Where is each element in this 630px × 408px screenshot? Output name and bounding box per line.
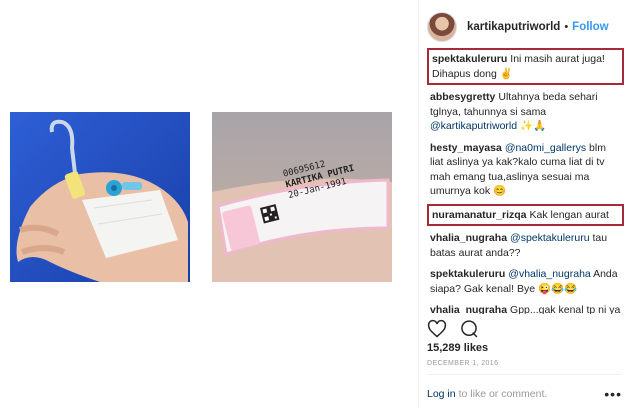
comment-username[interactable]: spektakuleruru	[430, 268, 505, 280]
login-prompt: Log in to like or comment. •••	[427, 386, 622, 402]
divider	[427, 374, 622, 375]
comment-username[interactable]: hesty_mayasa	[430, 142, 502, 154]
post-image-area: 00695612 KARTIKA PUTRI 20-Jan-1991	[0, 0, 418, 408]
comment-item: abbesygretty Ultahnya beda sehari tglnya,…	[427, 88, 624, 136]
comment-username[interactable]: abbesygretty	[430, 91, 495, 103]
comment-item: spektakuleruru @vhalia_nugraha Anda siapa…	[427, 265, 624, 298]
comment-text: Kak lengan aurat	[529, 208, 609, 221]
avatar[interactable]	[427, 12, 457, 42]
heart-icon[interactable]	[427, 319, 447, 339]
comment-mention[interactable]: @na0mi_gallerys	[505, 142, 586, 154]
login-prompt-text: to like or comment.	[458, 388, 548, 400]
likes-count[interactable]: 15,289 likes	[427, 342, 488, 354]
comment-item: hesty_mayasa @na0mi_gallerys blm liat asl…	[427, 139, 624, 201]
post-header: kartikaputriworld • Follow	[427, 10, 622, 44]
comment-mention[interactable]: @vhalia_nugraha	[508, 268, 590, 280]
comment-icon[interactable]	[459, 319, 479, 339]
comment-list[interactable]: spektakuleruru Ini masih aurat juga! Diha…	[427, 48, 624, 314]
comment-item: vhalia_nugrahaGpp...gak kenal tp ni ya n…	[427, 301, 624, 314]
comment-emoji: ✨🙏	[520, 120, 547, 132]
comment-mention[interactable]: @kartikaputriworld	[430, 120, 517, 132]
comment-mention[interactable]: @spektakuleruru	[510, 232, 590, 244]
wristband-photo: 00695612 KARTIKA PUTRI 20-Jan-1991	[212, 112, 392, 282]
comment-username[interactable]: spektakuleruru	[432, 53, 507, 65]
comment-username[interactable]: vhalia_nugraha	[430, 304, 507, 314]
post-sidebar: kartikaputriworld • Follow spektakulerur…	[418, 0, 630, 408]
comment-item: vhalia_nugraha @spektakuleruru tau batas …	[427, 229, 624, 262]
login-link[interactable]: Log in	[427, 388, 456, 400]
follow-button[interactable]: Follow	[572, 21, 608, 33]
comment-item: spektakuleruru Ini masih aurat juga! Diha…	[427, 48, 624, 85]
author-username[interactable]: kartikaputriworld	[467, 21, 560, 33]
action-bar	[427, 318, 479, 340]
iv-hand-photo	[10, 112, 190, 282]
comment-item: nuramanatur_rizqa Kak lengan aurat	[427, 203, 624, 226]
comment-username[interactable]: nuramanatur_rizqa	[432, 209, 527, 221]
post-date: DECEMBER 1, 2016	[427, 360, 499, 367]
comment-username[interactable]: vhalia_nugraha	[430, 232, 507, 244]
separator-dot: •	[564, 21, 569, 33]
more-options-icon[interactable]: •••	[604, 386, 622, 402]
